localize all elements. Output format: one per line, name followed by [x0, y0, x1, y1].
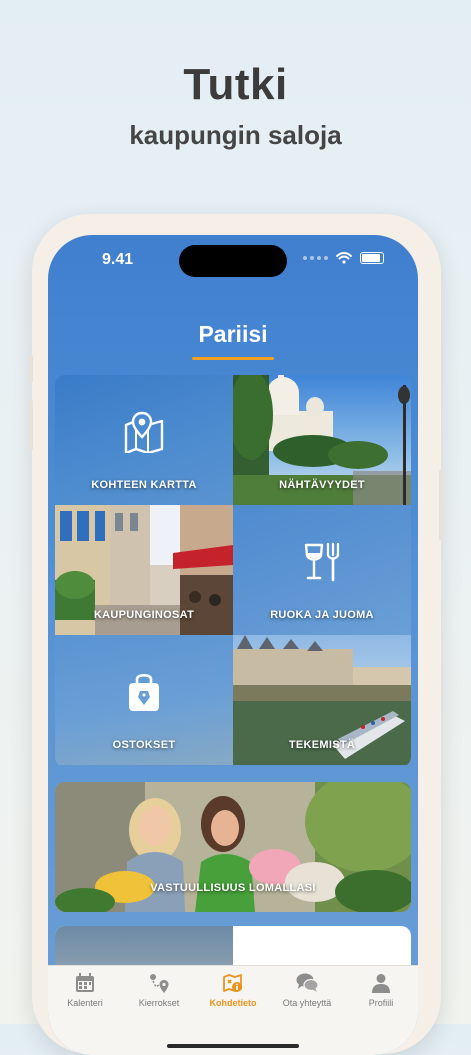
- phone-side-button: [439, 470, 443, 540]
- tile-sights[interactable]: NÄHTÄVYYDET: [233, 375, 411, 505]
- promo-subtitle: kaupungin saloja: [129, 120, 342, 150]
- tab-profile[interactable]: Profiili: [344, 972, 418, 1008]
- phone-screen: 9.41 Pariisi KOHTEEN KARTTA NÄHTÄVYYDET …: [48, 235, 418, 1055]
- tile-label: OSTOKSET: [112, 739, 176, 751]
- tile-label: KAUPUNGINOSAT: [93, 609, 195, 621]
- tile-shopping[interactable]: OSTOKSET: [55, 635, 233, 765]
- tab-label: Kohdetieto: [209, 998, 257, 1008]
- dynamic-island: [179, 245, 287, 277]
- city-title: Pariisi: [198, 321, 268, 347]
- chat-icon: [296, 973, 319, 992]
- tab-label: Kierrokset: [138, 998, 180, 1008]
- tile-activities[interactable]: TEKEMISTÄ: [233, 635, 411, 765]
- tab-tours[interactable]: Kierrokset: [122, 972, 196, 1008]
- tile-map[interactable]: KOHTEEN KARTTA: [55, 375, 233, 505]
- status-time: 9.41: [102, 251, 134, 268]
- phone-side-button: [29, 355, 33, 383]
- city-title-underline: [192, 357, 274, 360]
- tab-label: Kalenteri: [67, 998, 103, 1008]
- tile-food[interactable]: RUOKA JA JUOMA: [233, 505, 411, 635]
- tile-label: NÄHTÄVYYDET: [279, 479, 365, 491]
- tile-label: VASTUULLISUUS LOMALLASI: [150, 882, 316, 894]
- phone-side-button: [29, 400, 33, 450]
- tile-label: TEKEMISTÄ: [288, 739, 356, 751]
- tile-label: KOHTEEN KARTTA: [91, 479, 197, 491]
- tab-destination-info[interactable]: Kohdetieto: [196, 972, 270, 1008]
- battery-icon: [360, 252, 384, 264]
- map-pin-icon: [124, 411, 164, 453]
- tile-districts[interactable]: KAUPUNGINOSAT: [55, 505, 233, 635]
- category-grid: KOHTEEN KARTTA NÄHTÄVYYDET KAUPUNGINOSAT…: [55, 375, 411, 767]
- signal-dots-icon: [303, 256, 328, 260]
- tab-contact[interactable]: Ota yhteyttä: [270, 972, 344, 1008]
- destination-info-icon: [223, 974, 242, 992]
- tile-sustainability[interactable]: VASTUULLISUUS LOMALLASI: [55, 782, 411, 912]
- status-icons: [303, 252, 384, 264]
- tab-label: Ota yhteyttä: [282, 998, 332, 1008]
- shopping-bag-icon: [129, 673, 159, 711]
- tab-label: Profiili: [368, 998, 394, 1008]
- tab-calendar[interactable]: Kalenteri: [48, 972, 122, 1008]
- tab-bar: Kalenteri Kierrokset Kohdetieto Ota yhte…: [48, 965, 418, 1055]
- route-icon: [150, 974, 169, 993]
- wine-fork-icon: [304, 542, 340, 582]
- wifi-icon: [336, 252, 352, 264]
- home-indicator: [167, 1044, 299, 1048]
- promo-title: Tutki: [183, 60, 288, 109]
- calendar-icon: [76, 973, 94, 992]
- profile-icon: [372, 974, 390, 993]
- tile-label: RUOKA JA JUOMA: [270, 609, 374, 621]
